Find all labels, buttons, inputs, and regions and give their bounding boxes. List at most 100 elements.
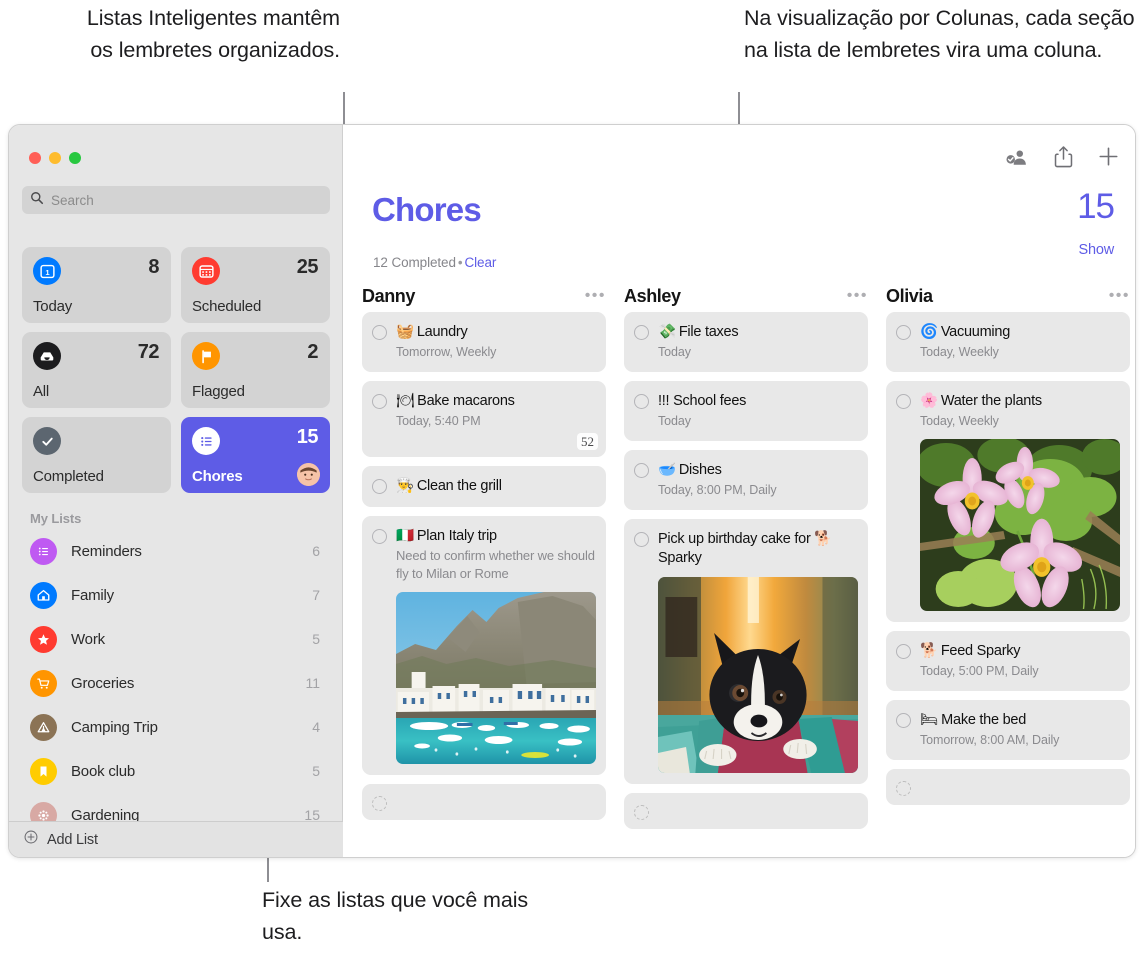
avatar: [297, 463, 320, 486]
list-item-family[interactable]: Family 7: [22, 573, 330, 617]
list-item-book-club[interactable]: Book club 5: [22, 749, 330, 793]
task-title-text: Make the bed: [941, 712, 1027, 728]
task-title-text: Clean the grill: [416, 478, 502, 494]
column-olivia: Olivia ••• 🌀 Vacuuming Today, Weekly 🌸 W…: [880, 280, 1135, 857]
main-pane: Chores 12 Completed • Clear 15 Show Danny …: [344, 125, 1135, 857]
complete-checkbox[interactable]: [372, 394, 387, 409]
column-danny: Danny ••• 🧺 Laundry Tomorrow, Weekly 🍽 B…: [356, 280, 618, 857]
share-participants-icon[interactable]: [1005, 146, 1029, 173]
complete-checkbox[interactable]: [372, 479, 387, 494]
new-task-row[interactable]: [362, 784, 606, 820]
complete-checkbox[interactable]: [634, 394, 649, 409]
list-item-label: Work: [71, 630, 105, 648]
complete-checkbox[interactable]: [372, 529, 387, 544]
complete-checkbox[interactable]: [896, 325, 911, 340]
bed-emoji: 🛏: [920, 712, 939, 728]
list-bullet-icon: [30, 537, 57, 565]
blossom-emoji: 🌸: [920, 393, 938, 409]
task-title: 🇮🇹 Plan Italy trip: [396, 527, 596, 546]
plus-circle-icon: [23, 829, 39, 850]
smart-list-chores[interactable]: 15 Chores: [181, 417, 330, 493]
list-item-groceries[interactable]: Groceries 11: [22, 661, 330, 705]
smart-list-scheduled[interactable]: 25 Scheduled: [181, 247, 330, 323]
complete-checkbox[interactable]: [896, 644, 911, 659]
list-item-count: 6: [312, 543, 320, 559]
minimize-button[interactable]: [49, 152, 61, 164]
smart-list-label: Today: [33, 298, 73, 315]
search-input[interactable]: Search: [22, 186, 330, 214]
list-item-count: 5: [312, 631, 320, 647]
task-row[interactable]: 🐕 Feed Sparky Today, 5:00 PM, Daily: [886, 631, 1130, 691]
task-meta: Today, Weekly: [920, 345, 999, 359]
task-meta: Today: [658, 414, 691, 428]
new-task-row[interactable]: [624, 793, 868, 829]
basket-emoji: 🧺: [396, 324, 414, 340]
smart-list-flagged[interactable]: 2 Flagged: [181, 332, 330, 408]
column-title: Olivia: [886, 285, 933, 306]
completed-count-text: 12 Completed: [373, 255, 456, 270]
task-title: 🛏 Make the bed: [920, 711, 1120, 730]
complete-checkbox[interactable]: [896, 781, 911, 796]
column-body: 💸File taxes Today !!! School fees Today: [618, 312, 880, 829]
sidebar: Search 1 8 Today 25 Scheduled 72 All 2 F…: [9, 125, 343, 857]
show-link[interactable]: Show: [1079, 242, 1115, 258]
column-menu-button[interactable]: •••: [585, 288, 606, 304]
task-row[interactable]: Pick up birthday cake for 🐕 Sparky: [624, 519, 868, 784]
new-task-row[interactable]: [886, 769, 1130, 805]
task-row[interactable]: 🇮🇹 Plan Italy trip Need to confirm whethe…: [362, 516, 606, 775]
smart-list-all[interactable]: 72 All: [22, 332, 171, 408]
column-body: 🌀 Vacuuming Today, Weekly 🌸 Water the plan…: [880, 312, 1135, 805]
complete-checkbox[interactable]: [896, 713, 911, 728]
bookmark-icon: [30, 757, 57, 785]
task-row[interactable]: 🛏 Make the bed Tomorrow, 8:00 AM, Daily: [886, 700, 1130, 760]
boston-terrier-dog-photo[interactable]: [658, 577, 858, 773]
column-menu-button[interactable]: •••: [1109, 288, 1130, 304]
smart-list-label: Flagged: [192, 383, 245, 400]
column-menu-button[interactable]: •••: [847, 288, 868, 304]
task-row[interactable]: 🥣 Dishes Today, 8:00 PM, Daily: [624, 450, 868, 510]
task-row[interactable]: 👨‍🍳 Clean the grill: [362, 466, 606, 507]
zoom-button[interactable]: [69, 152, 81, 164]
complete-checkbox[interactable]: [372, 325, 387, 340]
task-row[interactable]: 💸 File taxes Today: [624, 312, 868, 372]
complete-checkbox[interactable]: [896, 394, 911, 409]
task-meta: Today, 8:00 PM, Daily: [658, 483, 777, 497]
complete-checkbox[interactable]: [634, 325, 649, 340]
task-row[interactable]: 🌸 Water the plants Today, Weekly: [886, 381, 1130, 622]
clear-completed-link[interactable]: Clear: [465, 255, 497, 270]
close-button[interactable]: [29, 152, 41, 164]
house-icon: [30, 581, 57, 609]
list-item-count: 7: [312, 587, 320, 603]
complete-checkbox[interactable]: [634, 532, 649, 547]
list-item-reminders[interactable]: Reminders 6: [22, 529, 330, 573]
flag-icon: [192, 342, 220, 370]
task-row[interactable]: 🍽 Bake macarons Today, 5:40 PM 52: [362, 381, 606, 457]
screenshot-root: Listas Inteligentes mantêm os lembretes …: [0, 0, 1144, 958]
list-item-label: Book club: [71, 762, 136, 780]
list-bullet-icon: [192, 427, 220, 455]
task-row[interactable]: !!! School fees Today: [624, 381, 868, 441]
list-item-count: 4: [312, 719, 320, 735]
task-title: 🍽 Bake macarons: [396, 392, 596, 411]
list-item-work[interactable]: Work 5: [22, 617, 330, 661]
smart-list-completed[interactable]: Completed: [22, 417, 171, 493]
list-item-camping-trip[interactable]: Camping Trip 4: [22, 705, 330, 749]
italy-coastal-village-photo[interactable]: [396, 592, 596, 764]
complete-checkbox[interactable]: [634, 805, 649, 820]
smart-list-label: Completed: [33, 468, 104, 485]
task-title: 🥣 Dishes: [658, 461, 858, 480]
share-icon[interactable]: [1054, 145, 1073, 173]
add-reminder-icon[interactable]: [1098, 146, 1119, 172]
task-row[interactable]: 🌀 Vacuuming Today, Weekly: [886, 312, 1130, 372]
complete-checkbox[interactable]: [372, 796, 387, 811]
shopping-cart-icon: [30, 669, 57, 697]
search-placeholder: Search: [51, 192, 94, 208]
pink-cosmos-flowers-photo[interactable]: [920, 439, 1120, 611]
add-list-button[interactable]: Add List: [9, 821, 343, 857]
task-meta: Today, Weekly: [920, 414, 999, 428]
task-title: 👨‍🍳 Clean the grill: [396, 477, 596, 496]
smart-list-today[interactable]: 1 8 Today: [22, 247, 171, 323]
complete-checkbox[interactable]: [634, 463, 649, 478]
smart-lists-grid: 1 8 Today 25 Scheduled 72 All 2 Flagged …: [22, 247, 330, 493]
task-row[interactable]: 🧺 Laundry Tomorrow, Weekly: [362, 312, 606, 372]
